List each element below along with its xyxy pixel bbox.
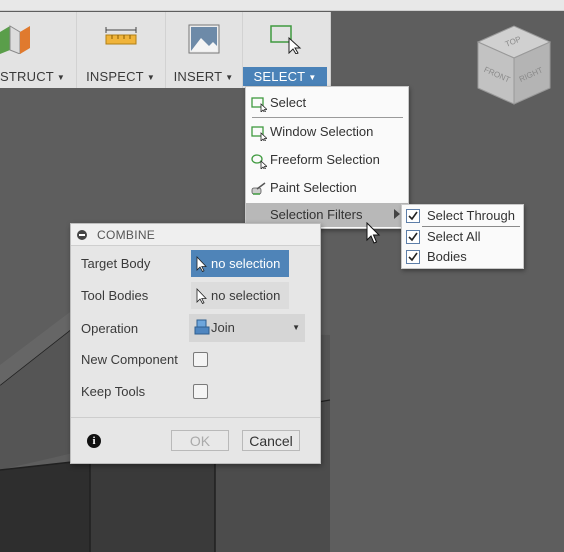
chevron-down-icon: ▼ [292,323,300,332]
checkbox-checked-icon[interactable] [406,209,420,223]
checkbox-checked-icon[interactable] [406,250,420,264]
target-body-row: Target Body no selection [71,250,320,278]
tool-bodies-value: no selection [211,288,281,303]
collapse-icon[interactable] [77,230,87,240]
measure-ruler-icon [105,27,136,45]
operation-dropdown[interactable]: Join ▼ [189,314,305,342]
checkbox-checked-icon[interactable] [406,230,420,244]
new-component-checkbox[interactable] [193,352,208,367]
menu-item-label: Selection Filters [270,207,363,222]
filter-item-select-through[interactable]: Select Through [402,206,523,226]
ok-button[interactable]: OK [171,430,229,451]
tool-bodies-row: Tool Bodies no selection [71,282,320,310]
box-left-face [0,460,90,552]
mouse-cursor-icon [366,222,381,244]
menu-item-label: Window Selection [270,124,374,139]
filter-item-label: Select All [427,229,481,244]
keep-tools-label: Keep Tools [81,384,146,399]
target-body-label: Target Body [81,256,151,271]
select-icon [270,25,302,54]
toolbar-select[interactable]: SELECT ▼ [242,12,330,88]
cancel-button[interactable]: Cancel [242,430,300,451]
select-dropdown-menu: Select Window Selection Freeform Selecti… [245,86,409,229]
freeform-selection-icon [251,154,267,169]
toolbar-construct[interactable]: STRUCT ▼ [0,12,77,88]
target-body-selector[interactable]: no selection [191,250,289,277]
toolbar-inspect[interactable]: INSPECT ▼ [76,12,166,88]
dialog-title: COMBINE [97,228,156,242]
cursor-arrow-icon [196,288,207,304]
insert-image-icon [188,24,219,54]
keep-tools-checkbox[interactable] [193,384,208,399]
title-strip [0,0,564,11]
select-icon [251,97,267,112]
menu-separator [252,117,403,118]
filter-item-bodies[interactable]: Bodies [402,247,523,267]
menu-item-select[interactable]: Select [246,91,408,115]
new-component-row: New Component [71,346,320,374]
operation-row: Operation Join ▼ [71,313,320,342]
menu-item-label: Freeform Selection [270,152,380,167]
toolbar-select-label: SELECT ▼ [243,67,327,86]
dialog-header[interactable]: COMBINE [71,224,320,246]
target-body-value: no selection [211,256,281,271]
tool-bodies-label: Tool Bodies [81,288,149,303]
new-component-label: New Component [81,352,178,367]
menu-item-paint-selection[interactable]: Paint Selection [246,176,408,200]
selection-filters-submenu: Select Through Select All Bodies [401,204,524,269]
info-icon[interactable]: i [87,434,101,448]
combine-dialog: COMBINE Target Body no selection Tool Bo… [70,223,321,464]
viewcube[interactable]: TOP FRONT RIGHT [472,20,556,110]
toolbar-insert[interactable]: INSERT ▼ [165,12,243,88]
filter-item-select-all[interactable]: Select All [402,227,523,247]
operation-value: Join [211,320,235,335]
menu-item-label: Select [270,95,307,110]
menu-item-label: Paint Selection [270,180,357,195]
paint-selection-icon [251,182,266,195]
menu-item-window-selection[interactable]: Window Selection [246,120,408,144]
filter-item-label: Select Through [427,208,515,223]
menu-item-freeform-selection[interactable]: Freeform Selection [246,148,408,172]
toolbar-insert-label: INSERT ▼ [173,69,234,84]
operation-label: Operation [81,321,139,336]
keep-tools-row: Keep Tools [71,378,320,406]
submenu-arrow-icon [394,209,400,219]
toolbar: STRUCT ▼ INSPECT ▼ INSERT ▼ SELECT ▼ [0,12,331,88]
toolbar-construct-label: STRUCT ▼ [0,69,66,84]
construct-planes-icon [0,25,30,54]
tool-bodies-selector[interactable]: no selection [191,282,289,309]
join-icon [194,319,210,335]
cursor-arrow-icon [196,256,207,272]
toolbar-inspect-label: INSPECT ▼ [86,69,155,84]
dialog-divider [71,417,320,418]
window-selection-icon [251,126,267,141]
filter-item-label: Bodies [427,249,467,264]
